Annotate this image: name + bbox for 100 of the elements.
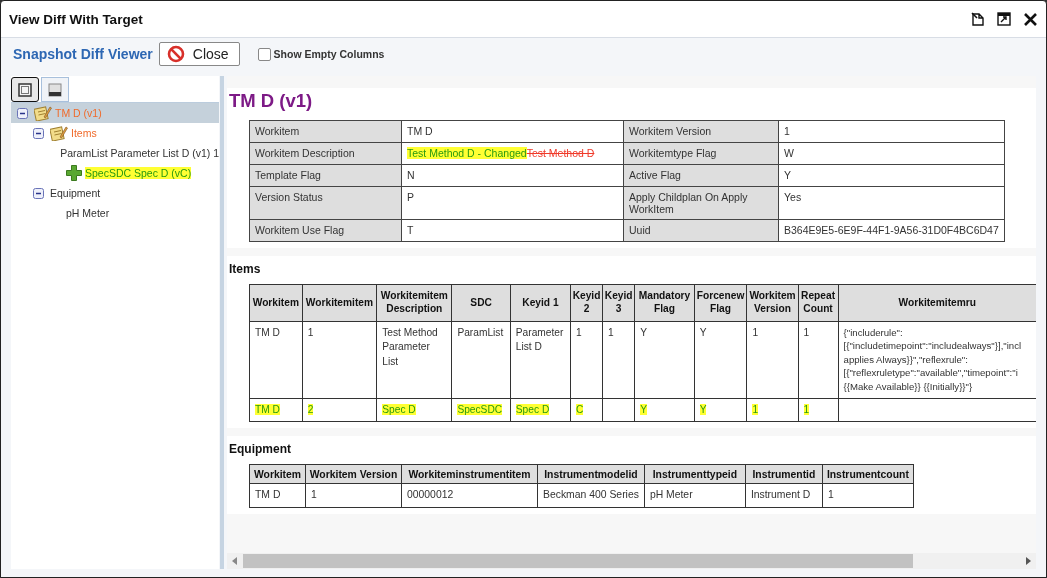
table-cell: Spec D xyxy=(515,403,550,415)
field-label: Uuid xyxy=(623,219,779,242)
column-header: Workitem Version xyxy=(746,284,799,322)
split-view-button[interactable] xyxy=(41,77,69,102)
table-cell: 1 xyxy=(576,327,582,338)
maximize-icon[interactable] xyxy=(997,12,1011,26)
table-cell: Beckman 400 Series xyxy=(543,489,639,501)
field-value: B364E9E5-6E9F-44F1-9A56-31D0F4BC6D47 xyxy=(784,224,999,236)
table-cell: Y xyxy=(640,403,648,415)
close-button[interactable]: Close xyxy=(158,42,240,66)
field-value: TM D xyxy=(407,125,433,137)
new-value: Test Method D - Changed xyxy=(407,147,527,159)
table-cell: 1 xyxy=(752,403,759,415)
viewer-title: Snapshot Diff Viewer xyxy=(13,46,153,62)
tree-item-label: TM D (v1) xyxy=(55,107,102,119)
field-value: W xyxy=(784,147,794,159)
table-cell: {"includerule": [{"includetimepoint":"includealways"}],"incl applies Always}}","reflexrule": [{"reflexruletype":"available","timepoint":"i {{Make Available}} {{Initially}}"} xyxy=(843,326,1022,394)
field-label: Workitem Version xyxy=(623,120,779,143)
field-value: Y xyxy=(784,169,791,181)
table-cell: pH Meter xyxy=(649,489,693,501)
field-label: Workitem xyxy=(249,120,402,143)
section-heading: Equipment xyxy=(229,442,292,457)
tree-row[interactable]: Equipment xyxy=(27,183,219,203)
column-header: Instrumentcount xyxy=(822,464,914,484)
column-header: Instrumentid xyxy=(745,464,823,484)
field-label: Active Flag xyxy=(623,164,779,187)
column-header: Mandatory Flag xyxy=(634,284,695,322)
table-cell: SpecSDC xyxy=(457,403,503,415)
collapse-icon[interactable] xyxy=(17,107,28,119)
tree-row[interactable]: ParamList Parameter List D (v1) 1 xyxy=(43,143,219,163)
table-cell: C xyxy=(576,403,584,415)
table-cell: 00000012 xyxy=(407,489,454,501)
tree-row[interactable]: SpecSDC Spec D (vC) xyxy=(43,163,219,183)
field-label: Workitem Use Flag xyxy=(249,219,402,242)
table-cell: 1 xyxy=(827,489,834,501)
field-label: Workitemtype Flag xyxy=(623,142,779,165)
notepad-icon xyxy=(34,105,52,121)
record-heading: TM D (v1) xyxy=(229,90,314,112)
window-icon xyxy=(18,82,32,97)
field-label: Apply Childplan On Apply WorkItem xyxy=(623,186,779,220)
old-value: Test Method D xyxy=(526,147,595,159)
column-header: Instrumenttypeid xyxy=(644,464,746,484)
column-header: SDC xyxy=(451,284,511,322)
column-header: Keyid 2 xyxy=(570,284,603,322)
table-cell: Instrument D xyxy=(750,489,811,501)
page-icon[interactable] xyxy=(971,12,985,26)
column-header: Workitemitemru xyxy=(838,284,1036,322)
table-cell: 1 xyxy=(311,489,317,501)
no-entry-icon xyxy=(166,45,185,63)
column-header: Workitem xyxy=(249,284,303,322)
show-empty-columns-checkbox[interactable]: Show Empty Columns xyxy=(257,47,385,61)
field-value: N xyxy=(407,169,415,181)
table-cell: 1 xyxy=(803,403,810,415)
horizontal-scrollbar[interactable] xyxy=(227,553,1036,569)
plus-icon xyxy=(66,165,82,181)
column-header: Forcenew Flag xyxy=(694,284,747,322)
table-cell: Test Method Parameter List xyxy=(382,327,438,367)
tree-item-label: SpecSDC Spec D (vC) xyxy=(85,167,192,179)
table-cell: Y xyxy=(640,327,648,338)
table-cell: TM D xyxy=(255,403,280,415)
tree-row[interactable]: pH Meter xyxy=(43,203,219,223)
field-value: P xyxy=(407,191,414,203)
field-value: 1 xyxy=(784,125,790,137)
column-header: Workitemitem Description xyxy=(376,284,452,322)
collapse-icon[interactable] xyxy=(33,187,44,199)
tree-item-label: Items xyxy=(71,127,97,139)
table-cell: Y xyxy=(699,327,707,338)
close-icon[interactable] xyxy=(1023,11,1038,27)
field-label: Template Flag xyxy=(249,164,402,187)
table-cell: TM D xyxy=(255,327,280,338)
column-header: Instrumentmodelid xyxy=(537,464,645,484)
column-header: Workitem xyxy=(249,464,306,484)
field-label: Version Status xyxy=(249,186,402,220)
column-header: Keyid 1 xyxy=(510,284,571,322)
collapse-icon[interactable] xyxy=(33,127,44,139)
bottom-panel-icon xyxy=(48,82,62,97)
tree-item-label: ParamList Parameter List D (v1) 1 xyxy=(60,147,219,159)
table-cell: 1 xyxy=(307,327,314,338)
notepad-icon xyxy=(50,125,68,141)
table-cell: Y xyxy=(699,403,707,415)
table-cell: TM D xyxy=(255,489,281,501)
table-cell: 1 xyxy=(803,327,810,338)
field-value: T xyxy=(407,224,414,236)
field-value: Yes xyxy=(784,191,802,203)
table-cell: 1 xyxy=(608,327,614,338)
table-cell: 1 xyxy=(752,327,759,338)
table-cell: ParamList xyxy=(457,327,504,338)
tree-item-label: pH Meter xyxy=(66,207,110,219)
column-header: Workitem Version xyxy=(305,464,402,484)
full-view-button[interactable] xyxy=(11,77,39,102)
section-heading: Items xyxy=(229,262,262,276)
tree-item-label: Equipment xyxy=(50,187,101,199)
column-header: Keyid 3 xyxy=(602,284,635,322)
field-label: Workitem Description xyxy=(249,142,402,165)
table-cell: Spec D xyxy=(382,403,416,415)
column-header: Workitemitem xyxy=(302,284,377,322)
column-header: Repeat Count xyxy=(798,284,839,322)
table-cell: 2 xyxy=(307,403,314,415)
column-header: Workiteminstrumentitem xyxy=(401,464,538,484)
window-title: View Diff With Target xyxy=(9,11,143,27)
